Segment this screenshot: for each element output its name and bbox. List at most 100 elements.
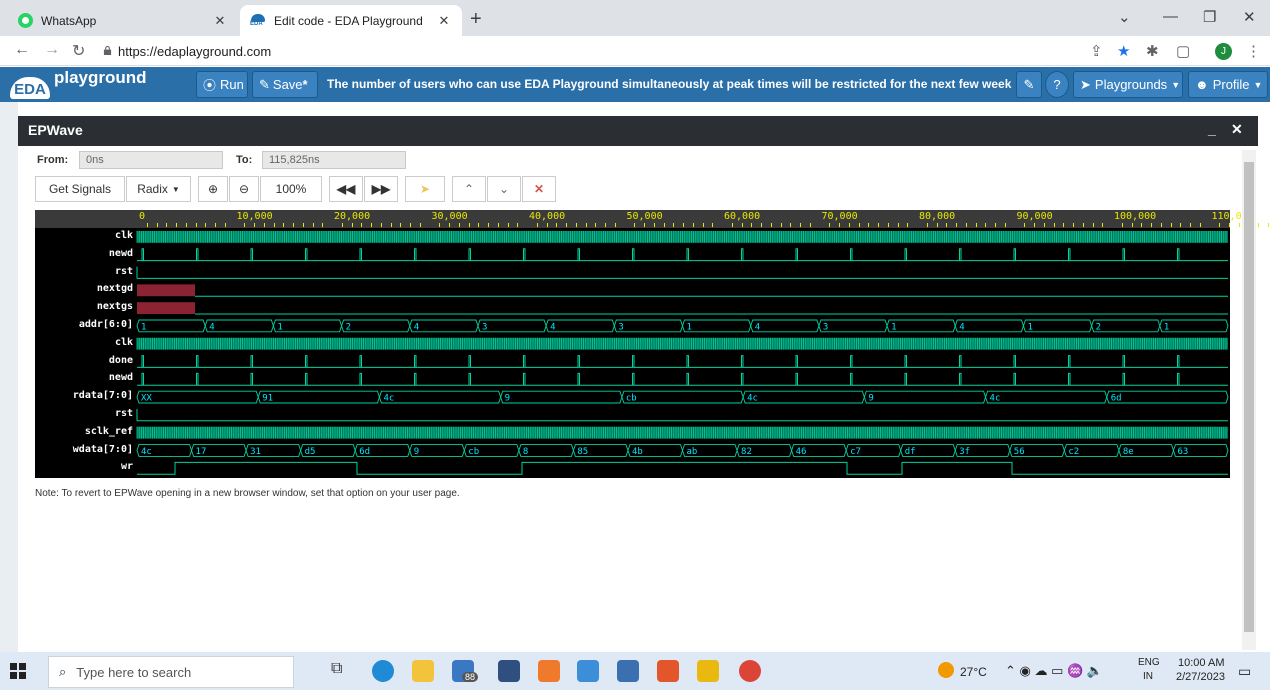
zoom-out-icon[interactable]: ⊖ (229, 176, 259, 202)
bus-value: c2 (1068, 447, 1079, 457)
pulse (196, 355, 199, 368)
notifications-icon[interactable]: ▭ (1238, 663, 1251, 680)
save-button[interactable]: ✎ Save * (252, 71, 318, 98)
eda-navbar: EDA playground ⦿ Run ✎ Save * The number… (0, 67, 1270, 102)
edit-icon[interactable]: ✎ (1016, 71, 1042, 98)
bus-segment (1106, 390, 1229, 404)
zoom-in-icon[interactable]: ⊕ (198, 176, 228, 202)
app-icon[interactable] (498, 660, 520, 682)
close-icon[interactable]: ✕ (436, 13, 452, 29)
chevron-down-icon[interactable]: ⌄ (487, 176, 521, 202)
pulse (196, 372, 199, 386)
bookmark-star-icon[interactable]: ★ (1117, 42, 1130, 60)
pulse (250, 355, 253, 368)
task-view-icon[interactable]: ⧉ (331, 660, 353, 682)
bus-value: 6d (359, 447, 370, 457)
pulse (686, 372, 689, 386)
minimize-modal-button[interactable]: _ (1208, 121, 1216, 137)
send-icon: ➤ (1080, 76, 1091, 92)
share-icon[interactable]: ⇪ (1090, 42, 1103, 60)
back-icon[interactable]: ← (14, 41, 30, 59)
office-icon[interactable] (538, 660, 560, 682)
chrome-icon[interactable] (697, 660, 719, 682)
zoom-level[interactable]: 100% (260, 176, 322, 202)
close-icon[interactable]: ✕ (212, 13, 228, 29)
browser-menu-icon[interactable]: ⋮ (1246, 42, 1261, 60)
eda-logo[interactable]: EDA playground (10, 68, 190, 101)
avatar[interactable]: J (1215, 43, 1232, 60)
bus-value: 2 (346, 322, 351, 332)
bus-value: 17 (196, 447, 207, 457)
bus-value: 4c (747, 394, 758, 404)
snipping-icon[interactable] (617, 660, 639, 682)
tray-icons[interactable]: ⌃ ◉ ☁ ▭ ♒ 🔈 (1005, 663, 1103, 679)
radix-label: Radix (137, 182, 168, 196)
chrome-active-icon[interactable] (739, 660, 761, 682)
pulse (795, 372, 798, 386)
bus-value: 9 (868, 394, 873, 404)
pulse (686, 248, 689, 261)
forward-icon[interactable]: → (44, 41, 60, 59)
pulse (795, 248, 798, 261)
bus-value: 4c (383, 394, 394, 404)
pulse (577, 372, 580, 386)
background-page-strip (0, 102, 18, 652)
bus-segment (750, 319, 820, 333)
badge-count: 88 (462, 672, 479, 682)
to-input[interactable]: 115,825ns (262, 151, 406, 169)
paint-icon[interactable] (577, 660, 599, 682)
side-panel-icon[interactable]: ▢ (1176, 42, 1190, 60)
bus-segment (272, 319, 343, 333)
radix-dropdown[interactable]: Radix ▼ (126, 176, 191, 202)
get-signals-button[interactable]: Get Signals (35, 176, 125, 202)
new-tab-button[interactable]: + (470, 8, 482, 31)
reload-icon[interactable]: ↻ (72, 41, 85, 61)
windows-start-icon[interactable] (10, 663, 26, 679)
chevron-up-icon[interactable]: ⌃ (452, 176, 486, 202)
marker-icon[interactable]: ➤ (405, 176, 445, 202)
bus-segment (477, 319, 547, 333)
close-modal-button[interactable]: ✕ (1231, 121, 1243, 138)
tab-search-icon[interactable]: ⌄ (1118, 8, 1131, 26)
pulse (1177, 355, 1180, 368)
close-window-button[interactable]: ✕ (1243, 8, 1256, 26)
clear-icon[interactable]: ✕ (522, 176, 556, 202)
from-input[interactable]: 0ns (79, 151, 223, 169)
pulse (523, 248, 526, 261)
lock-icon (103, 46, 112, 55)
fast-forward-icon[interactable]: ▶▶ (364, 176, 398, 202)
play-circle-icon: ⦿ (203, 78, 217, 93)
restore-button[interactable]: ❐ (1203, 8, 1216, 26)
run-button[interactable]: ⦿ Run (196, 71, 248, 98)
pulse (305, 372, 308, 386)
file-explorer-icon[interactable] (412, 660, 434, 682)
logo-playground-text: playground (54, 68, 147, 87)
pulse (1013, 355, 1016, 368)
pulse (1122, 248, 1125, 261)
edge-icon[interactable] (372, 660, 394, 682)
scrollbar[interactable] (1242, 150, 1256, 650)
help-icon[interactable]: ? (1045, 71, 1069, 98)
playgrounds-menu[interactable]: ➤ Playgrounds ▼ (1073, 71, 1183, 98)
pulse (959, 355, 962, 368)
bus-value: d5 (305, 447, 316, 457)
tab-whatsapp[interactable]: WhatsApp ✕ (8, 5, 238, 36)
taskbar-search[interactable]: ⌕ Type here to search (48, 656, 294, 688)
pulse (850, 248, 853, 261)
extensions-icon[interactable]: ✱ (1146, 42, 1159, 60)
pulse (1177, 248, 1180, 261)
bus-value: 9 (414, 447, 419, 457)
waveform-viewer[interactable]: 0 10,000 20,000 30,000 40,000 50,000 60,000 70,… (35, 210, 1269, 478)
rewind-icon[interactable]: ◀◀ (329, 176, 363, 202)
minimize-button[interactable]: — (1163, 8, 1178, 25)
bus-value: 1 (1027, 322, 1032, 332)
from-label: From: (37, 154, 69, 166)
bus-value: 4c (990, 394, 1001, 404)
profile-menu[interactable]: ☻ Profile ▼ (1188, 71, 1268, 98)
logo-eda-text: EDA (10, 77, 50, 99)
run-label: Run (220, 77, 244, 92)
url-field[interactable]: https://edaplayground.com (118, 44, 271, 59)
scrollbar-thumb[interactable] (1244, 162, 1254, 632)
powerpoint-icon[interactable] (657, 660, 679, 682)
tab-eda-playground[interactable]: Edit code - EDA Playground ✕ (240, 5, 462, 36)
